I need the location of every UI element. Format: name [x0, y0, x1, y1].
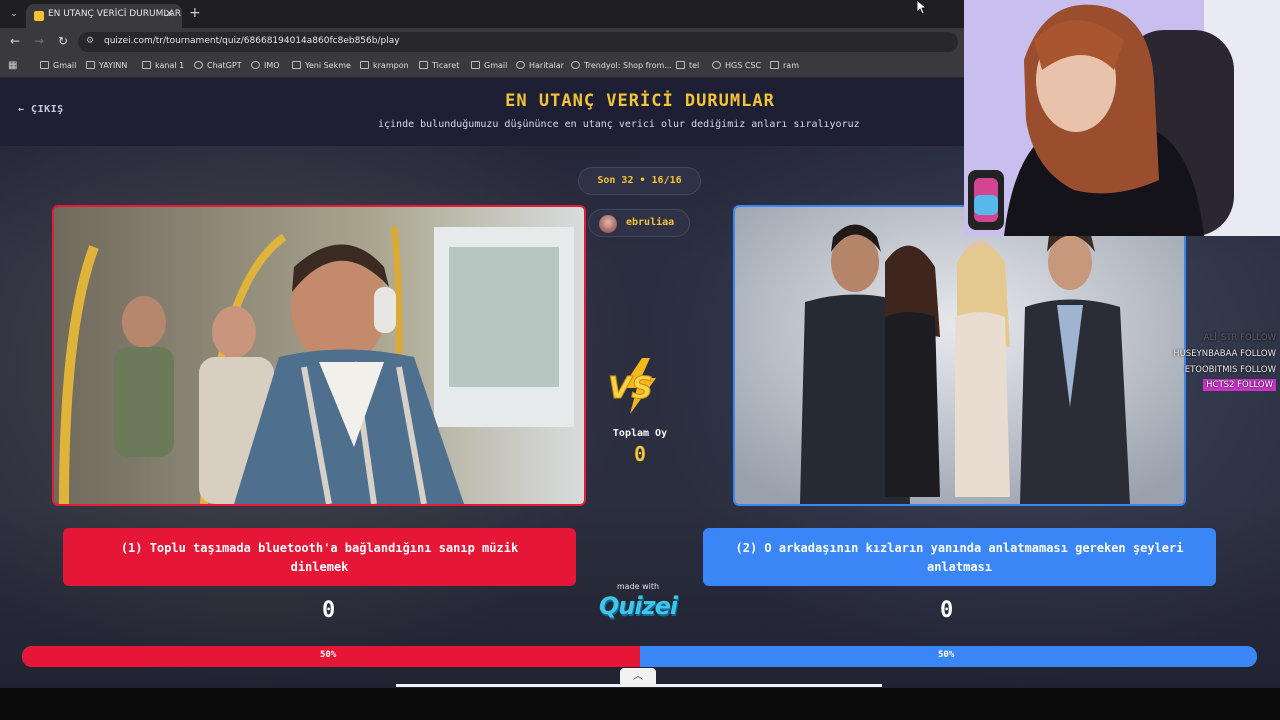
option-2-button[interactable]: (2) O arkadaşının kızların yanında anlat… — [703, 528, 1216, 586]
globe-icon — [251, 61, 260, 69]
bookmark-haritalar[interactable]: Haritalar — [516, 61, 564, 70]
bookmark-label: YAYINN — [99, 61, 128, 70]
browser-tab-active[interactable]: EN UTANÇ VERİCİ DURUMLAR ✕ — [26, 4, 182, 28]
bookmark-label: Haritalar — [529, 61, 564, 70]
tab-favicon-icon — [34, 11, 44, 21]
new-tab-button[interactable]: + — [189, 5, 201, 21]
globe-icon — [571, 61, 580, 69]
chatgpt-icon — [194, 61, 203, 69]
bookmark-label: Trendyol: Shop from... — [584, 61, 672, 70]
url-text[interactable]: quizei.com/tr/tournament/quiz/6866819401… — [104, 36, 400, 46]
tab-search-menu-button[interactable]: ⌄ — [6, 6, 22, 22]
bookmark-hgs-csc[interactable]: HGS CSC — [712, 61, 761, 70]
round-indicator: Son 32 • 16/16 — [578, 167, 701, 195]
map-pin-icon — [516, 61, 525, 69]
bookmark-label: ChatGPT — [207, 61, 242, 70]
streamer-webcam-overlay — [964, 0, 1280, 236]
option-2-image[interactable] — [733, 205, 1186, 506]
option-1-image[interactable] — [52, 205, 586, 506]
bookmark-label: HGS CSC — [725, 61, 762, 70]
bookmark-ticaret[interactable]: Ticaret — [419, 61, 459, 70]
folder-icon — [142, 61, 151, 69]
follow-alert: ALİ_STR FOLLOW — [1203, 333, 1276, 343]
bus-passenger-photo — [54, 207, 584, 504]
total-votes-label: Toplam Oy — [612, 428, 668, 439]
avatar — [599, 215, 617, 233]
option-1-percent: 50% — [320, 650, 337, 660]
address-bar[interactable]: ⚙ quizei.com/tr/tournament/quiz/68668194… — [78, 32, 958, 52]
folder-icon — [360, 61, 369, 69]
follow-alert-highlighted: HCTS2 FOLLOW — [1203, 379, 1276, 391]
made-with-label: made with — [616, 582, 660, 591]
option-2-score: 0 — [940, 598, 954, 623]
user-chip: ebruliaa — [588, 209, 690, 237]
option-1-score: 0 — [322, 598, 336, 623]
folder-icon — [419, 61, 428, 69]
bookmark-label: IMO — [264, 61, 280, 70]
follow-alert: HUSEYNBABAA FOLLOW — [1173, 349, 1276, 359]
site-info-icon[interactable]: ⚙ — [86, 36, 94, 46]
bookmark-trendyol[interactable]: Trendyol: Shop from... — [571, 61, 672, 70]
total-votes-value: 0 — [633, 442, 647, 466]
bookmark-gmail-2[interactable]: Gmail — [471, 61, 507, 70]
bookmark-chatgpt[interactable]: ChatGPT — [194, 61, 242, 70]
scroll-indicator — [396, 684, 882, 687]
forward-arrow-icon[interactable]: → — [34, 34, 44, 48]
tab-title: EN UTANÇ VERİCİ DURUMLAR — [48, 9, 182, 19]
folder-icon — [86, 61, 95, 69]
bookmark-label: Gmail — [484, 61, 508, 70]
taskbar-strip — [0, 688, 1280, 720]
bookmark-label: Gmail — [53, 61, 77, 70]
bookmark-label: Ticaret — [432, 61, 460, 70]
bookmark-label: kanal 1 — [155, 61, 185, 70]
apps-grid-icon[interactable]: ▦ — [8, 60, 17, 71]
vote-split-bar: 50% 50% — [22, 646, 1257, 667]
bookmark-label: ram — [783, 61, 799, 70]
username: ebruliaa — [626, 217, 675, 228]
folder-icon — [676, 61, 685, 69]
globe-icon — [712, 61, 721, 69]
bookmark-label: tel — [689, 61, 700, 70]
mouse-cursor-icon — [917, 0, 927, 14]
bookmark-krampon[interactable]: krampon — [360, 61, 409, 70]
group-of-friends-photo — [735, 207, 1184, 504]
bookmark-tel[interactable]: tel — [676, 61, 699, 70]
bookmark-imo[interactable]: IMO — [251, 61, 280, 70]
bookmark-yayinn[interactable]: YAYINN — [86, 61, 127, 70]
bookmark-label: krampon — [373, 61, 409, 70]
follow-alert: ETOOBITMIS FOLLOW — [1184, 365, 1276, 375]
webcam-feed — [964, 0, 1280, 236]
vs-label: VS — [608, 371, 653, 406]
bookmark-ram[interactable]: ram — [770, 61, 799, 70]
gmail-icon — [471, 61, 480, 69]
bookmark-label: Yeni Sekme — [305, 61, 351, 70]
bookmark-yeni-sekme[interactable]: Yeni Sekme — [292, 61, 351, 70]
folder-icon — [770, 61, 779, 69]
tab-close-icon[interactable]: ✕ — [165, 7, 174, 20]
quizei-logo[interactable]: Quizei — [588, 592, 688, 620]
back-arrow-icon[interactable]: ← — [10, 34, 20, 48]
arrow-icon — [292, 61, 301, 69]
versus-lightning-icon: VS — [608, 358, 656, 414]
bookmark-gmail[interactable]: Gmail — [40, 61, 76, 70]
option-1-button[interactable]: (1) Toplu taşımada bluetooth'a bağlandığ… — [63, 528, 576, 586]
quiz-subtitle: içinde bulunduğumuzu düşününce en utanç … — [378, 119, 860, 130]
gmail-icon — [40, 61, 49, 69]
bookmark-kanal1[interactable]: kanal 1 — [142, 61, 184, 70]
option-2-percent: 50% — [938, 650, 955, 660]
reload-icon[interactable]: ↻ — [58, 34, 68, 48]
